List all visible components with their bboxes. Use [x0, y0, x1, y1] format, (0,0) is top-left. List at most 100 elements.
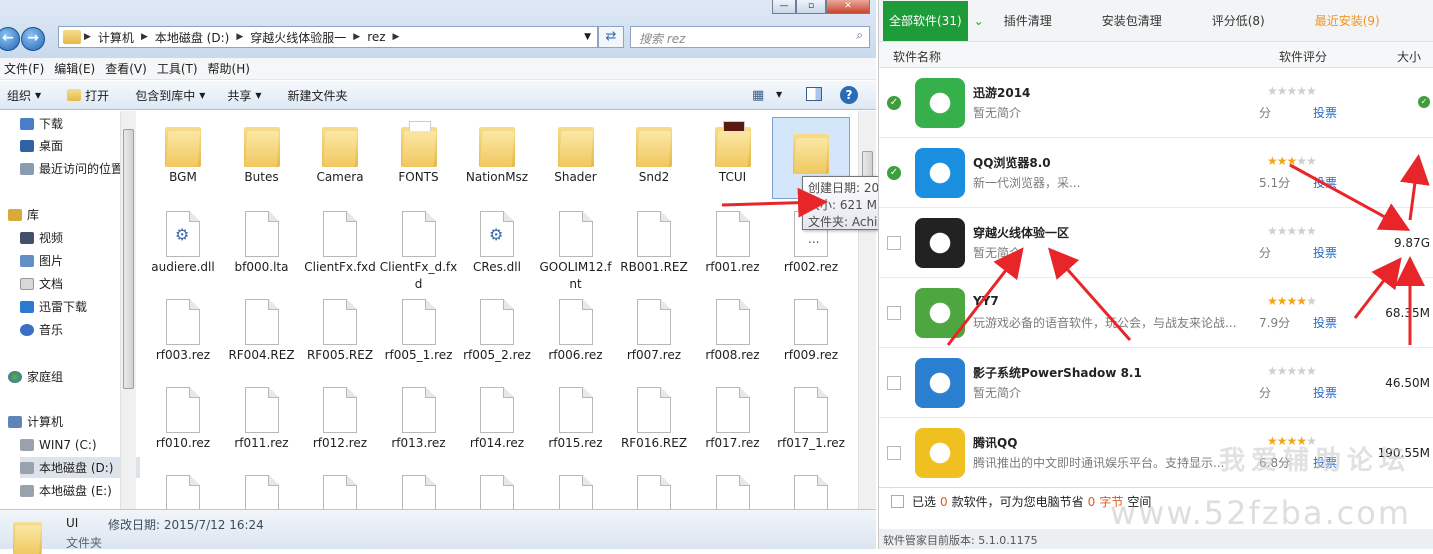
tab-low-rating[interactable]: 评分低(8)	[1202, 12, 1275, 29]
app-name[interactable]: YY7	[973, 294, 999, 308]
file-item[interactable]: rf017_1.rez	[772, 377, 850, 452]
menu-view[interactable]: 查看(V)	[101, 60, 153, 77]
folder-item[interactable]: Butes	[223, 111, 301, 193]
folder-item[interactable]: TCUI	[694, 111, 772, 193]
app-name[interactable]: 影子系统PowerShadow 8.1	[973, 364, 1142, 381]
folder-item[interactable]: Snd2	[615, 111, 693, 193]
file-scrollbar[interactable]	[858, 111, 876, 509]
vote-link[interactable]: 投票	[1313, 314, 1337, 331]
maximize-button[interactable]: ▫	[796, 0, 826, 14]
breadcrumb-rez[interactable]: rez	[363, 30, 389, 44]
scroll-thumb[interactable]	[123, 129, 134, 389]
file-item[interactable]: rf008.rez	[694, 289, 772, 364]
folder-item[interactable]: 字体 FONTS	[380, 111, 458, 193]
file-item[interactable]	[537, 465, 615, 509]
address-box[interactable]: ▶ 计算机 ▶ 本地磁盘 (D:) ▶ 穿越火线体验服一 ▶ rez ▶ ▼	[58, 26, 598, 48]
close-button[interactable]: ✕	[826, 0, 870, 14]
file-item[interactable]: rf015.rez	[537, 377, 615, 452]
column-name[interactable]: 软件名称	[893, 48, 941, 65]
software-row[interactable]: ✓ 迅游2014 暂无简介 ★★★★★ 分 投票 ✓	[879, 68, 1433, 138]
file-item[interactable]: rf013.rez	[380, 377, 458, 452]
folder-item[interactable]: NationMsz	[458, 111, 536, 193]
folder-item[interactable]: Shader	[537, 111, 615, 193]
column-rating[interactable]: 软件评分	[1279, 48, 1327, 65]
file-item[interactable]: rf009.rez	[772, 289, 850, 364]
share-button[interactable]: 共享 ▼	[220, 87, 268, 104]
nav-scrollbar[interactable]	[120, 111, 136, 509]
nav-item-libraries[interactable]: 库	[8, 204, 128, 225]
vote-link[interactable]: 投票	[1313, 174, 1337, 191]
nav-item-computer[interactable]: 计算机	[8, 411, 128, 432]
include-library-button[interactable]: 包含到库中 ▼	[128, 87, 212, 104]
file-item[interactable]	[144, 465, 222, 509]
search-input[interactable]: 搜索 rez ⌕	[630, 26, 870, 48]
open-button[interactable]: 打开	[60, 87, 116, 104]
folder-item[interactable]: Camera	[301, 111, 379, 193]
row-checkbox[interactable]	[887, 236, 901, 250]
file-item[interactable]: rf003.rez	[144, 289, 222, 364]
file-item[interactable]: rf012.rez	[301, 377, 379, 452]
vote-link[interactable]: 投票	[1313, 384, 1337, 401]
app-name[interactable]: QQ浏览器8.0	[973, 154, 1051, 171]
folder-item[interactable]: BGM	[144, 111, 222, 193]
file-item[interactable]: rf005_2.rez	[458, 289, 536, 364]
back-button[interactable]: ←	[0, 27, 20, 51]
view-caret-icon[interactable]: ▼	[776, 90, 782, 99]
file-item[interactable]: rf001.rez	[694, 201, 772, 276]
file-item[interactable]: rf005_1.rez	[380, 289, 458, 364]
view-options-icon[interactable]: ▦	[752, 88, 764, 103]
vote-link[interactable]: 投票	[1313, 104, 1337, 121]
file-item[interactable]: RF005.REZ	[301, 289, 379, 364]
tab-plugin-cleanup[interactable]: 插件清理	[994, 12, 1062, 29]
file-item[interactable]	[301, 465, 379, 509]
file-item[interactable]: rf014.rez	[458, 377, 536, 452]
breadcrumb-cf-folder[interactable]: 穿越火线体验服一	[246, 29, 350, 46]
file-item[interactable]: rf017.rez	[694, 377, 772, 452]
row-checkbox[interactable]	[887, 376, 901, 390]
file-item[interactable]: RF004.REZ	[223, 289, 301, 364]
new-folder-button[interactable]: 新建文件夹	[281, 87, 355, 104]
organize-button[interactable]: 组织 ▼	[0, 87, 48, 104]
menu-edit[interactable]: 编辑(E)	[50, 60, 101, 77]
file-item[interactable]: rf007.rez	[615, 289, 693, 364]
row-checkbox[interactable]	[887, 306, 901, 320]
software-row[interactable]: ✓ QQ浏览器8.0 新一代浏览器，采... ★★★★★ 5.1分 投票	[879, 138, 1433, 208]
minimize-button[interactable]: —	[772, 0, 796, 14]
software-row[interactable]: YY7 玩游戏必备的语音软件，玩公会，与战友来论战... ★★★★★ 7.9分 投票 68…	[879, 278, 1433, 348]
file-item[interactable]	[380, 465, 458, 509]
dropdown-arrow-icon[interactable]: ▼	[584, 32, 591, 42]
file-item[interactable]	[458, 465, 536, 509]
breadcrumb-computer[interactable]: 计算机	[94, 29, 138, 46]
row-checkbox[interactable]: ✓	[887, 96, 901, 110]
help-icon[interactable]: ?	[840, 86, 858, 104]
column-size[interactable]: 大小	[1397, 48, 1421, 65]
tab-recently-installed[interactable]: 最近安装(9)	[1305, 12, 1390, 29]
search-icon[interactable]: ⌕	[856, 28, 863, 43]
refresh-button[interactable]: ⇄	[598, 26, 624, 48]
app-name[interactable]: 腾讯QQ	[973, 434, 1017, 451]
file-item[interactable]	[772, 465, 850, 509]
file-item[interactable]: RF016.REZ	[615, 377, 693, 452]
file-item[interactable]	[223, 465, 301, 509]
select-all-checkbox[interactable]	[891, 495, 904, 508]
file-item[interactable]: rf011.rez	[223, 377, 301, 452]
file-item[interactable]: bf000.lta	[223, 201, 301, 276]
app-name[interactable]: 迅游2014	[973, 84, 1030, 101]
row-checkbox[interactable]	[887, 446, 901, 460]
file-item[interactable]: ⚙ audiere.dll	[144, 201, 222, 276]
software-row[interactable]: 影子系统PowerShadow 8.1 暂无简介 ★★★★★ 分 投票 46.50M	[879, 348, 1433, 418]
file-item[interactable]	[615, 465, 693, 509]
file-item[interactable]: GOOLIM12.fnt	[537, 201, 615, 293]
row-checkbox[interactable]: ✓	[887, 166, 901, 180]
menu-help[interactable]: 帮助(H)	[204, 60, 256, 77]
tab-package-cleanup[interactable]: 安装包清理	[1092, 12, 1172, 29]
nav-item-homegroup[interactable]: 家庭组	[8, 366, 128, 387]
vote-link[interactable]: 投票	[1313, 244, 1337, 261]
preview-pane-icon[interactable]	[806, 87, 822, 101]
file-item[interactable]	[694, 465, 772, 509]
file-item[interactable]: ClientFx_d.fxd	[380, 201, 458, 293]
file-item[interactable]: rf010.rez	[144, 377, 222, 452]
app-name[interactable]: 穿越火线体验一区	[973, 224, 1069, 241]
menu-tools[interactable]: 工具(T)	[153, 60, 204, 77]
forward-button[interactable]: →	[21, 27, 45, 51]
